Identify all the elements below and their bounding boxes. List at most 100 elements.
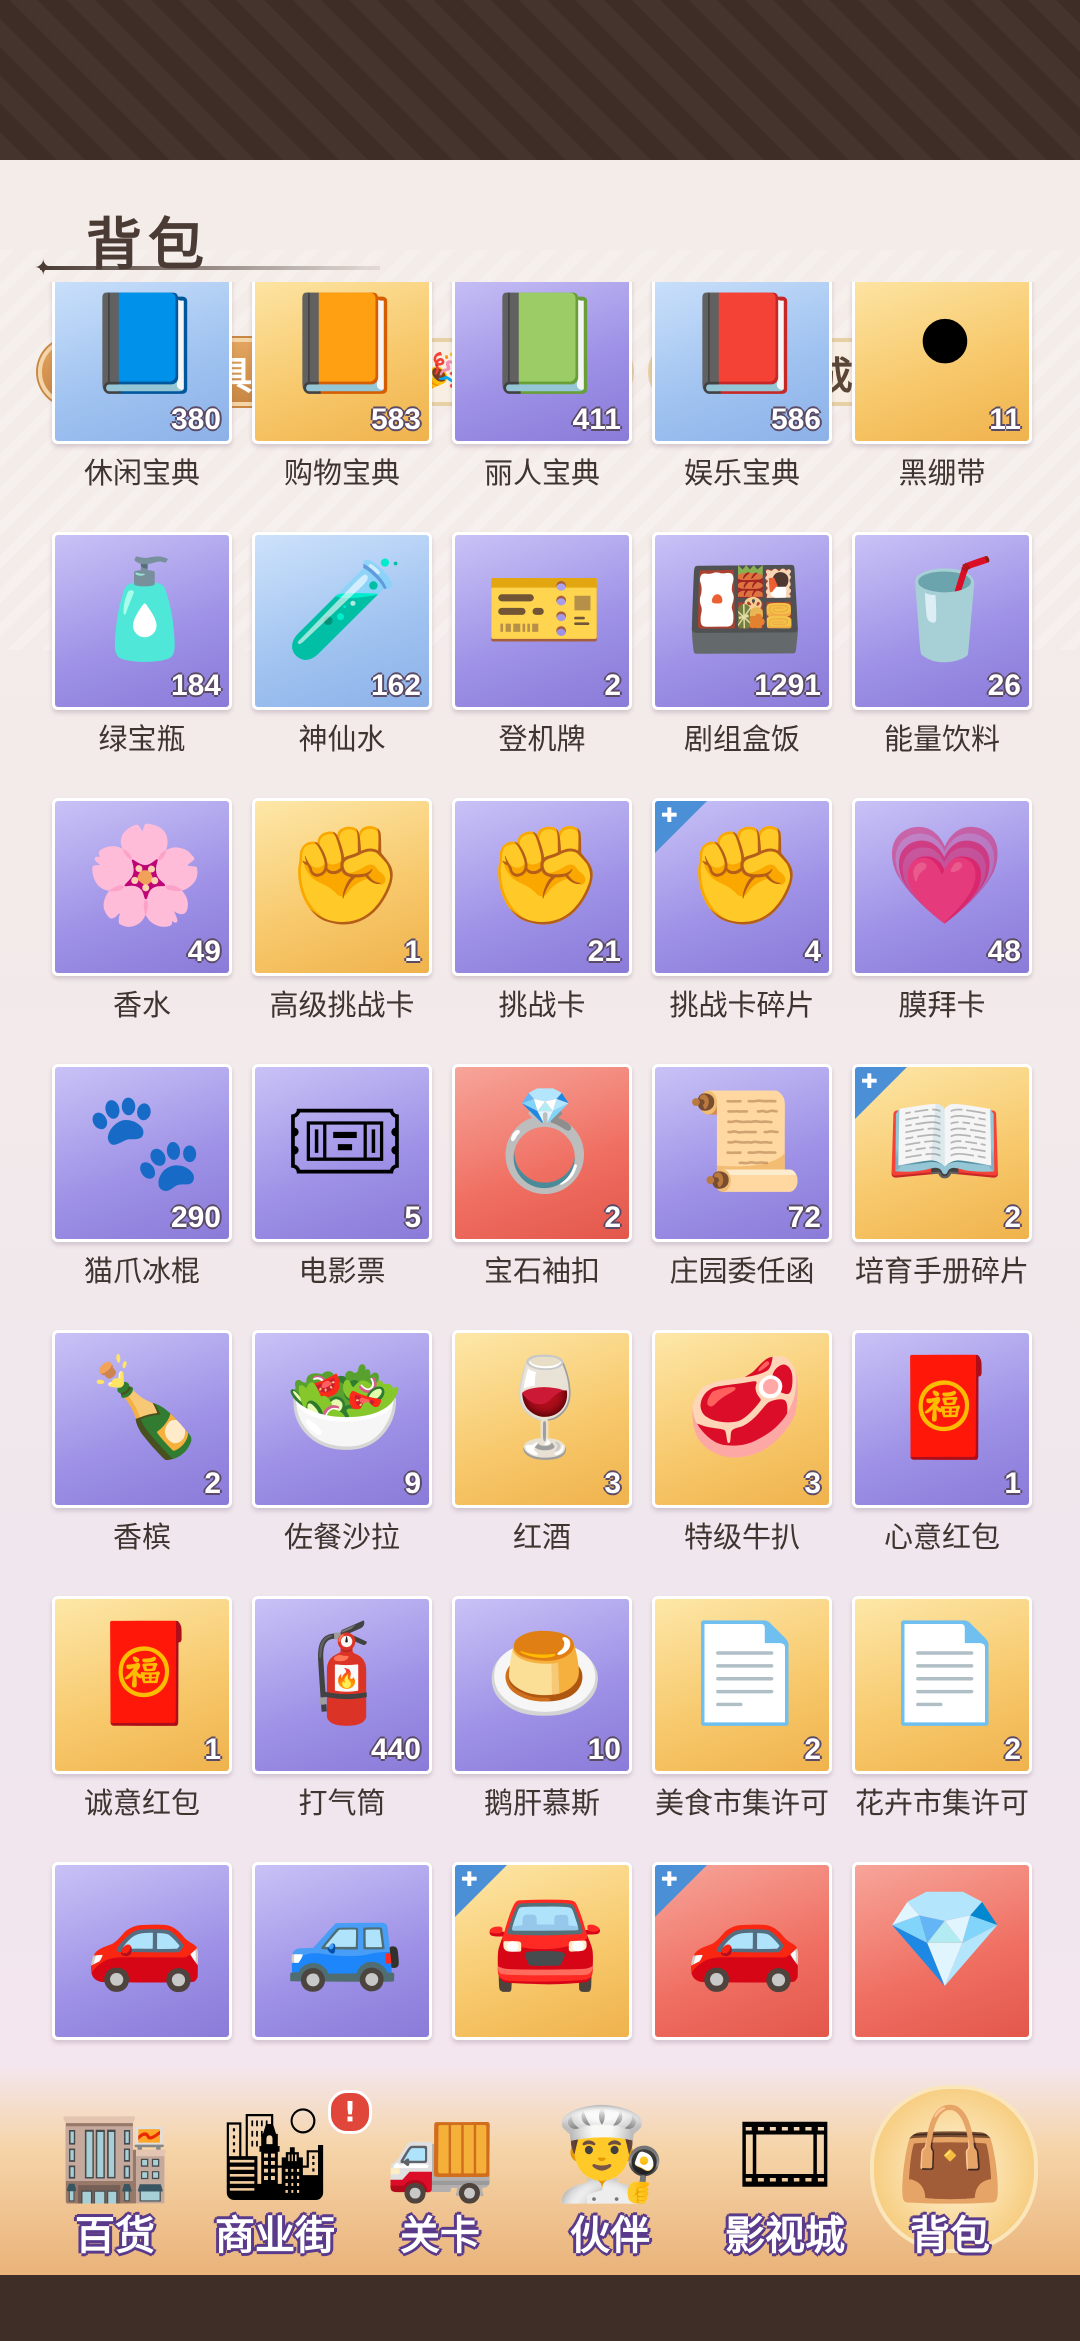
inventory-item[interactable]: 📕 586 娱乐宝典 — [652, 282, 832, 506]
item-count: 3 — [604, 1467, 621, 1500]
inventory-item[interactable]: 📜 72 庄园委任函 — [652, 1064, 832, 1304]
inventory-item[interactable]: 🥗 9 佐餐沙拉 — [252, 1330, 432, 1570]
item-name: 剧组盒饭 — [683, 722, 800, 756]
inventory-item[interactable]: 🚗 — [52, 1862, 232, 2072]
inventory-item[interactable]: 🎟 5 电影票 — [252, 1064, 432, 1304]
inventory-item[interactable]: 🍮 10 鹅肝慕斯 — [452, 1596, 632, 1836]
champagne-icon: 🍾 — [85, 1351, 205, 1463]
film-reel-icon: 🎞 — [727, 2102, 843, 2207]
item-tile[interactable]: 📗 411 — [452, 282, 632, 444]
nav-label: 商业街 — [215, 2213, 335, 2259]
car-fragment-icon: 🚗 — [685, 1883, 805, 1995]
item-grid[interactable]: 📘 380 休闲宝典 📙 583 购物宝典 📗 411 丽人宝典 📕 586 娱乐宝典 ⚫ 11 黑绷带 🧴 1… — [0, 282, 1080, 2072]
nav-item-film-reel[interactable]: 🎞 影视城 — [700, 2095, 870, 2275]
item-tile[interactable]: 🧴 184 — [52, 532, 232, 710]
item-name: 打气筒 — [298, 1786, 386, 1820]
nav-label: 伙伴 — [570, 2213, 650, 2259]
inventory-item[interactable]: 📄 2 花卉市集许可 — [852, 1596, 1032, 1836]
item-tile[interactable]: 💍 2 — [452, 1064, 632, 1242]
item-tile[interactable]: ✚ 🚗 — [652, 1862, 832, 2040]
item-tile[interactable]: 🍾 2 — [52, 1330, 232, 1508]
inventory-item[interactable]: 💗 48 膜拜卡 — [852, 798, 1032, 1038]
item-tile[interactable]: 💎 — [852, 1862, 1032, 2040]
inventory-item[interactable]: ⚫ 11 黑绷带 — [852, 282, 1032, 506]
inventory-item[interactable]: 🧧 1 诚意红包 — [52, 1596, 232, 1836]
item-tile[interactable]: 📘 380 — [52, 282, 232, 444]
item-tile[interactable]: 📕 586 — [652, 282, 832, 444]
inventory-item[interactable]: 🎫 2 登机牌 — [452, 532, 632, 772]
inventory-item[interactable]: 🥤 26 能量饮料 — [852, 532, 1032, 772]
nav-item-department-store[interactable]: 🏬 百货 — [30, 2095, 200, 2275]
worship-card-icon: 💗 — [885, 819, 1005, 931]
inventory-item[interactable]: ✊ 21 挑战卡 — [452, 798, 632, 1038]
red-envelope-icon: 🧧 — [885, 1351, 1005, 1463]
item-count: 1 — [1004, 1467, 1021, 1500]
item-tile[interactable]: 🧧 1 — [52, 1596, 232, 1774]
inventory-item[interactable]: ✚ 📖 2 培育手册碎片 — [852, 1064, 1032, 1304]
inventory-item[interactable]: 🧴 184 绿宝瓶 — [52, 532, 232, 772]
item-tile[interactable]: 🥩 3 — [652, 1330, 832, 1508]
item-tile[interactable]: ✊ 1 — [252, 798, 432, 976]
partner-chef-icon: 👨‍🍳 — [553, 2102, 667, 2207]
item-tile[interactable]: 🌸 49 — [52, 798, 232, 976]
item-tile[interactable]: 📜 72 — [652, 1064, 832, 1242]
inventory-item[interactable]: 📄 2 美食市集许可 — [652, 1596, 832, 1836]
item-tile[interactable]: 📄 2 — [852, 1596, 1032, 1774]
item-tile[interactable]: 📄 2 — [652, 1596, 832, 1774]
item-name: 培育手册碎片 — [854, 1254, 1029, 1288]
challenge-card-fragment-icon: ✊ — [685, 819, 805, 931]
green-serum-bottle-icon: 🧴 — [85, 553, 205, 665]
item-tile[interactable]: 🎟 5 — [252, 1064, 432, 1242]
salad-icon: 🥗 — [285, 1351, 405, 1463]
inventory-item[interactable]: 🍾 2 香槟 — [52, 1330, 232, 1570]
inventory-item[interactable]: ✚ 🚘 — [452, 1862, 632, 2072]
inventory-item[interactable]: ✊ 1 高级挑战卡 — [252, 798, 432, 1038]
item-tile[interactable]: 🎫 2 — [452, 532, 632, 710]
item-tile[interactable]: 🚗 — [52, 1862, 232, 2040]
inventory-item[interactable]: 🍷 3 红酒 — [452, 1330, 632, 1570]
item-tile[interactable]: 🐾 290 — [52, 1064, 232, 1242]
inventory-item[interactable]: 🧯 440 打气筒 — [252, 1596, 432, 1836]
item-tile[interactable]: ✚ ✊ 4 — [652, 798, 832, 976]
item-count: 3 — [804, 1467, 821, 1500]
item-tile[interactable]: 🥤 26 — [852, 532, 1032, 710]
inventory-item[interactable]: ✚ 🚗 — [652, 1862, 832, 2072]
inventory-item[interactable]: 🧪 162 神仙水 — [252, 532, 432, 772]
nav-item-handbag[interactable]: 👜 背包 — [865, 2095, 1035, 2275]
item-tile[interactable]: 🧯 440 — [252, 1596, 432, 1774]
inventory-item[interactable]: 📗 411 丽人宝典 — [452, 282, 632, 506]
inventory-item[interactable]: ✚ ✊ 4 挑战卡碎片 — [652, 798, 832, 1038]
item-tile[interactable]: ⚫ 11 — [852, 282, 1032, 444]
item-name: 娱乐宝典 — [683, 456, 800, 490]
item-tile[interactable]: ✚ 🚘 — [452, 1862, 632, 2040]
item-tile[interactable]: 🥗 9 — [252, 1330, 432, 1508]
nav-item-truck[interactable]: 🚚 关卡 — [355, 2095, 525, 2275]
inventory-item[interactable]: 🚙 — [252, 1862, 432, 2072]
item-tile[interactable]: 💗 48 — [852, 798, 1032, 976]
inventory-item[interactable]: 💍 2 宝石袖扣 — [452, 1064, 632, 1304]
inventory-item[interactable]: 📙 583 购物宝典 — [252, 282, 432, 506]
item-tile[interactable]: 🍷 3 — [452, 1330, 632, 1508]
item-tile[interactable]: ✚ 📖 2 — [852, 1064, 1032, 1242]
item-tile[interactable]: ✊ 21 — [452, 798, 632, 976]
entertainment-book-icon: 📕 — [685, 287, 805, 399]
item-count: 184 — [170, 669, 221, 702]
inventory-item[interactable]: 🌸 49 香水 — [52, 798, 232, 1038]
item-tile[interactable]: 🚙 — [252, 1862, 432, 2040]
item-tile[interactable]: 📙 583 — [252, 282, 432, 444]
item-name: 鹅肝慕斯 — [483, 1786, 600, 1820]
inventory-item[interactable]: 🍱 1291 剧组盒饭 — [652, 532, 832, 772]
cultivation-manual-fragment-icon: 📖 — [885, 1085, 1005, 1197]
top-decor-band — [0, 0, 1080, 160]
inventory-item[interactable]: 💎 — [852, 1862, 1032, 2072]
item-tile[interactable]: 🧪 162 — [252, 532, 432, 710]
item-count: 411 — [572, 403, 621, 436]
inventory-item[interactable]: 🥩 3 特级牛扒 — [652, 1330, 832, 1570]
item-tile[interactable]: 🍮 10 — [452, 1596, 632, 1774]
inventory-item[interactable]: 🧧 1 心意红包 — [852, 1330, 1032, 1570]
item-tile[interactable]: 🧧 1 — [852, 1330, 1032, 1508]
item-tile[interactable]: 🍱 1291 — [652, 532, 832, 710]
inventory-item[interactable]: 🐾 290 猫爪冰棍 — [52, 1064, 232, 1304]
nav-item-partner-chef[interactable]: 👨‍🍳 伙伴 — [525, 2095, 695, 2275]
inventory-item[interactable]: 📘 380 休闲宝典 — [52, 282, 232, 506]
